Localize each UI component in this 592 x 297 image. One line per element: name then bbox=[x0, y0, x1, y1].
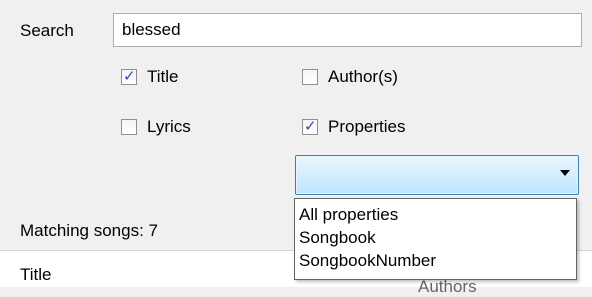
authors-checkbox[interactable] bbox=[302, 69, 318, 85]
column-header-title[interactable]: Title bbox=[20, 265, 52, 285]
chevron-down-icon[interactable] bbox=[560, 170, 570, 176]
matching-songs-count: Matching songs: 7 bbox=[20, 221, 158, 240]
dropdown-option-songbook-number[interactable]: SongbookNumber bbox=[299, 249, 576, 272]
search-input[interactable] bbox=[113, 13, 582, 47]
checkmark-icon: ✓ bbox=[123, 67, 136, 85]
properties-checkbox-label: Properties bbox=[328, 117, 406, 136]
column-header-authors[interactable]: Authors bbox=[418, 277, 477, 297]
search-label: Search bbox=[20, 21, 74, 40]
title-checkbox-row[interactable]: ✓ Title bbox=[121, 67, 179, 87]
authors-checkbox-label: Author(s) bbox=[328, 67, 398, 86]
title-checkbox[interactable]: ✓ bbox=[121, 67, 137, 85]
lyrics-checkbox-label: Lyrics bbox=[147, 117, 191, 136]
dropdown-option-songbook[interactable]: Songbook bbox=[299, 226, 576, 249]
property-dropdown-list: All properties Songbook SongbookNumber bbox=[294, 198, 577, 280]
dropdown-option-all-properties[interactable]: All properties bbox=[299, 203, 576, 226]
properties-checkbox[interactable]: ✓ bbox=[302, 117, 318, 135]
property-combo[interactable] bbox=[295, 155, 579, 195]
lyrics-checkbox-row[interactable]: Lyrics bbox=[121, 117, 191, 137]
authors-checkbox-row[interactable]: Author(s) bbox=[302, 67, 398, 87]
checkmark-icon: ✓ bbox=[304, 117, 317, 135]
properties-checkbox-row[interactable]: ✓ Properties bbox=[302, 117, 405, 137]
title-checkbox-label: Title bbox=[147, 67, 179, 86]
lyrics-checkbox[interactable] bbox=[121, 119, 137, 135]
